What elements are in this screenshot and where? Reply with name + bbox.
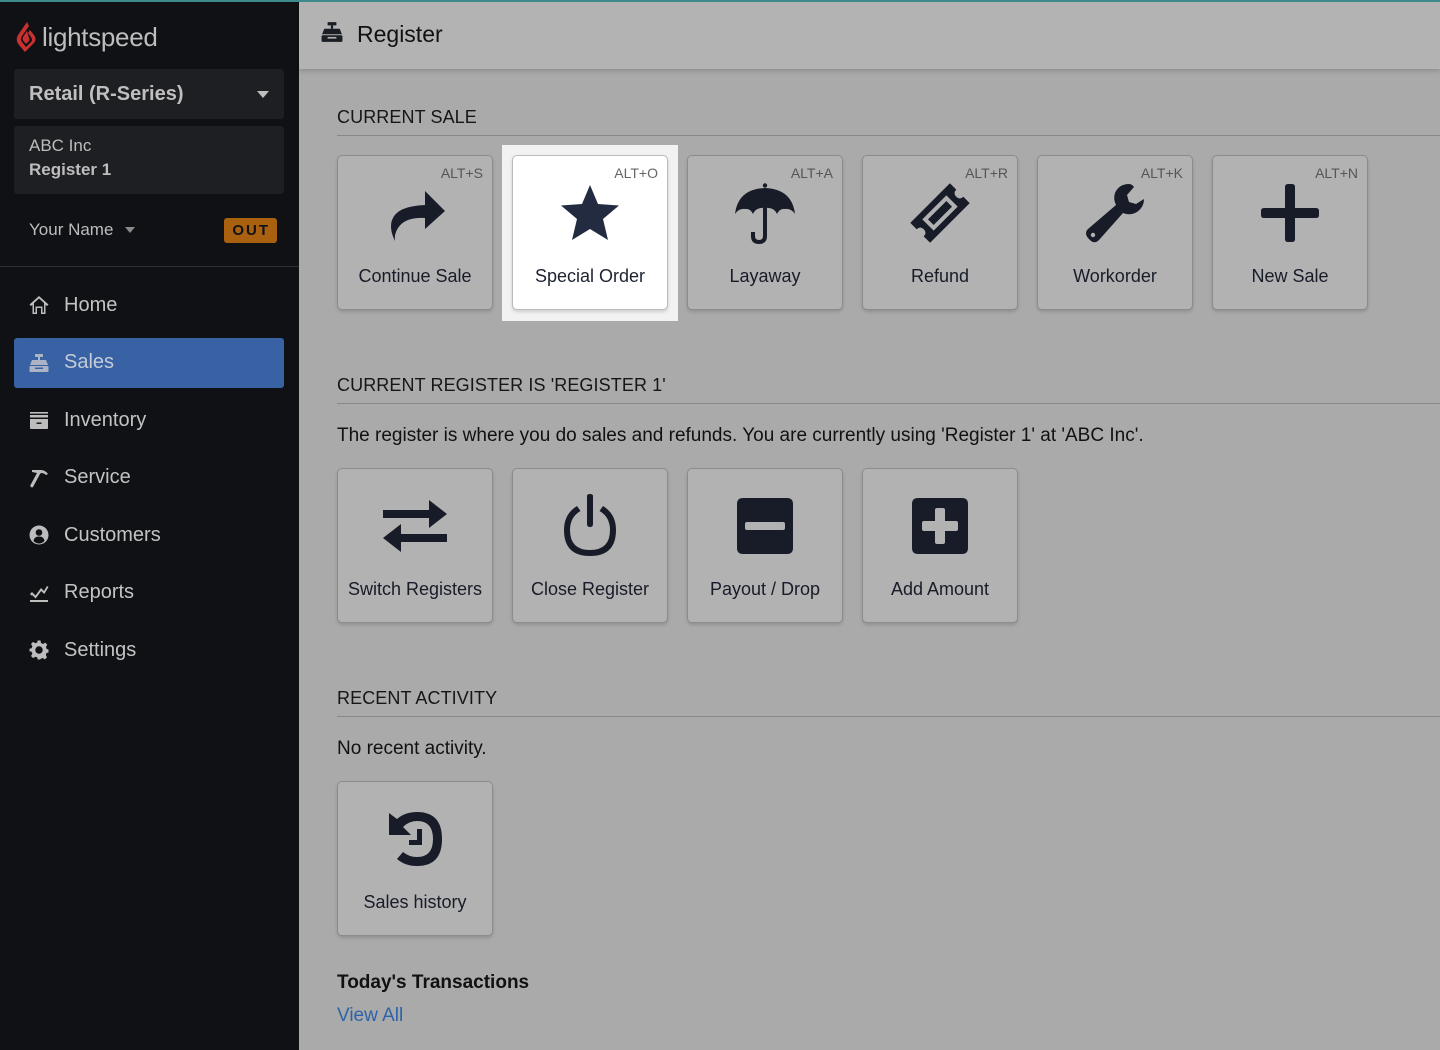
tile-label: Switch Registers xyxy=(347,579,483,599)
sidebar-item-reports[interactable]: Reports xyxy=(14,568,284,618)
sidebar-nav: Home Sales Inventory Service Customers R… xyxy=(14,280,284,683)
tile-label: New Sale xyxy=(1251,266,1329,286)
page-header: Register xyxy=(299,0,1440,69)
sidebar-item-customers[interactable]: Customers xyxy=(14,510,284,560)
sidebar: lightspeed Retail (R-Series) ABC Inc Reg… xyxy=(0,0,299,1050)
tile-label: Payout / Drop xyxy=(709,579,821,599)
lightspeed-flame-icon xyxy=(16,22,36,52)
sidebar-item-inventory[interactable]: Inventory xyxy=(14,395,284,445)
sidebar-item-label: Sales xyxy=(64,351,115,373)
exchange-icon xyxy=(338,495,492,557)
register-name: Register 1 xyxy=(29,160,112,179)
share-arrow-icon xyxy=(338,182,492,244)
sidebar-item-sales[interactable]: Sales xyxy=(14,337,284,388)
sales-history-button[interactable]: Sales history xyxy=(337,781,493,936)
sidebar-item-label: Settings xyxy=(64,638,137,661)
recent-activity-empty: No recent activity. xyxy=(337,738,487,759)
plus-square-icon xyxy=(863,495,1017,557)
shortcut-label: ALT+N xyxy=(1315,165,1358,181)
sidebar-item-label: Home xyxy=(64,293,118,316)
view-all-link[interactable]: View All xyxy=(337,1005,403,1027)
archive-icon xyxy=(28,409,50,431)
plus-icon xyxy=(1213,182,1367,244)
layaway-button[interactable]: ALT+A Layaway xyxy=(687,155,843,310)
tile-label: Sales history xyxy=(363,892,467,912)
tile-label: Special Order xyxy=(534,266,646,286)
home-icon xyxy=(28,294,50,316)
user-circle-icon xyxy=(28,524,50,546)
gear-icon xyxy=(28,639,50,661)
todays-transactions-heading: Today's Transactions xyxy=(337,972,530,993)
shop-name: ABC Inc xyxy=(29,136,92,155)
section-title-recent-activity: RECENT ACTIVITY xyxy=(337,688,1440,717)
continue-sale-button[interactable]: ALT+S Continue Sale xyxy=(337,155,493,310)
chevron-down-icon xyxy=(125,227,136,233)
new-sale-button[interactable]: ALT+N New Sale xyxy=(1212,155,1368,310)
shortcut-label: ALT+R xyxy=(965,165,1008,181)
shortcut-label: ALT+O xyxy=(614,165,658,181)
ticket-icon xyxy=(863,182,1017,244)
window-top-accent xyxy=(0,0,1440,2)
product-select-label: Retail (R-Series) xyxy=(29,82,184,105)
shortcut-label: ALT+S xyxy=(440,165,483,181)
minus-square-icon xyxy=(688,495,842,557)
history-icon xyxy=(338,808,492,870)
tile-label: Close Register xyxy=(530,579,650,599)
user-menu[interactable]: Your Name xyxy=(29,220,136,240)
sidebar-item-label: Reports xyxy=(64,581,135,603)
tile-label: Layaway xyxy=(729,266,801,286)
lightspeed-logo[interactable]: lightspeed xyxy=(14,20,158,54)
user-name: Your Name xyxy=(29,220,114,239)
shop-register-box[interactable]: ABC Inc Register 1 xyxy=(14,126,284,194)
close-register-button[interactable]: Close Register xyxy=(512,468,668,623)
product-select[interactable]: Retail (R-Series) xyxy=(14,69,284,119)
tile-label: Refund xyxy=(910,266,970,286)
wrench-icon xyxy=(1038,182,1192,244)
shortcut-label: ALT+K xyxy=(1140,165,1183,181)
tile-label: Workorder xyxy=(1073,266,1157,286)
add-amount-button[interactable]: Add Amount xyxy=(862,468,1018,623)
hammer-icon xyxy=(28,467,50,489)
workorder-button[interactable]: ALT+K Workorder xyxy=(1037,155,1193,310)
payout-drop-button[interactable]: Payout / Drop xyxy=(687,468,843,623)
sidebar-item-home[interactable]: Home xyxy=(14,280,284,330)
chart-line-icon xyxy=(28,582,50,604)
sidebar-divider xyxy=(0,266,299,267)
sidebar-item-service[interactable]: Service xyxy=(14,453,284,503)
power-icon xyxy=(513,494,667,557)
section-title-current-sale: CURRENT SALE xyxy=(337,107,1440,136)
register-description: The register is where you do sales and r… xyxy=(337,425,1144,446)
clock-status-badge[interactable]: OUT xyxy=(224,217,277,243)
special-order-button[interactable]: ALT+O Special Order xyxy=(512,155,668,310)
star-icon xyxy=(513,182,667,244)
tile-label: Add Amount xyxy=(890,579,990,599)
sidebar-item-label: Customers xyxy=(64,523,161,546)
sidebar-item-label: Service xyxy=(64,466,131,488)
umbrella-icon xyxy=(688,182,842,244)
sidebar-item-settings[interactable]: Settings xyxy=(14,625,284,675)
section-title-current-register: CURRENT REGISTER IS 'REGISTER 1' xyxy=(337,375,1440,404)
tile-label: Continue Sale xyxy=(358,266,472,286)
shortcut-label: ALT+A xyxy=(790,165,833,181)
sidebar-item-label: Inventory xyxy=(64,408,147,431)
chevron-down-icon xyxy=(257,90,269,98)
refund-button[interactable]: ALT+R Refund xyxy=(862,155,1018,310)
cash-register-icon xyxy=(321,21,343,48)
brand-name: lightspeed xyxy=(42,21,158,52)
user-row: Your Name OUT xyxy=(29,215,277,245)
cash-register-icon xyxy=(28,352,50,374)
page-title: Register xyxy=(357,21,443,47)
switch-registers-button[interactable]: Switch Registers xyxy=(337,468,493,623)
